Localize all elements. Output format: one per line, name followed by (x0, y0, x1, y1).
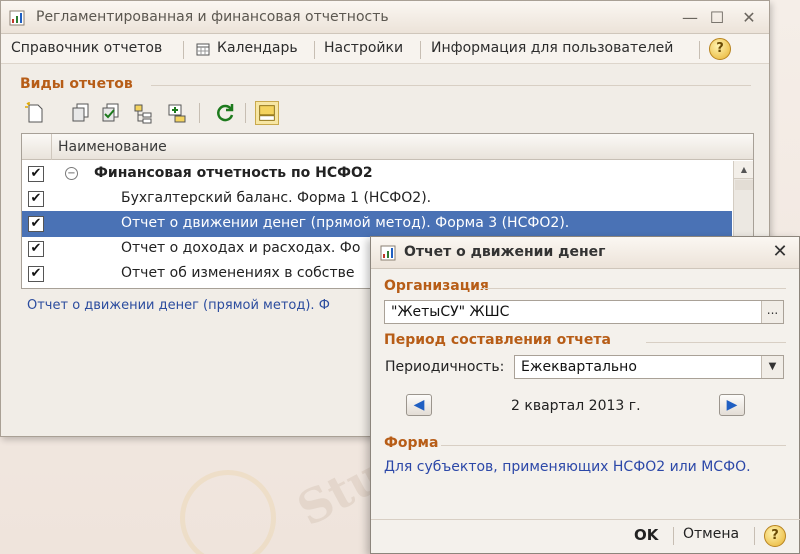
minimize-button[interactable]: — (679, 7, 701, 29)
scroll-up-arrow-icon[interactable]: ▲ (734, 161, 753, 179)
section-divider (481, 288, 786, 289)
report-app-icon (9, 10, 25, 26)
new-report-icon[interactable] (23, 101, 47, 125)
dialog-form-icon (380, 245, 396, 261)
organization-field[interactable]: "ЖетыСУ" ЖШС ... (384, 300, 784, 324)
copy-icon[interactable] (69, 101, 93, 125)
button-separator (754, 527, 755, 545)
watermark-logo (180, 470, 276, 554)
periodicity-select[interactable]: Ежеквартально ▼ (514, 355, 784, 379)
next-period-arrow-icon[interactable]: ▶ (719, 394, 745, 416)
button-separator (673, 527, 674, 545)
menu-separator (314, 41, 315, 59)
section-period: Период составления отчета (384, 332, 611, 348)
maximize-button[interactable]: ☐ (706, 7, 728, 29)
main-titlebar[interactable]: Регламентированная и финансовая отчетнос… (1, 1, 769, 34)
refresh-icon[interactable] (213, 101, 237, 125)
row-label: Отчет о доходах и расходах. Фо (121, 240, 361, 256)
row-label: Отчет о движении денег (прямой метод). Ф… (121, 215, 570, 231)
row-checkbox[interactable]: ✔ (28, 191, 44, 207)
section-report-types: Виды отчетов (20, 76, 133, 92)
show-description-icon[interactable] (255, 101, 279, 125)
close-button[interactable]: ✕ (738, 7, 760, 29)
toolbar-separator (199, 103, 200, 123)
report-description-link[interactable]: Отчет о движении денег (прямой метод). Ф (27, 298, 330, 313)
cancel-button[interactable]: Отмена (683, 526, 739, 542)
check-all-icon[interactable] (99, 101, 123, 125)
scroll-thumb[interactable] (735, 180, 753, 190)
form-variant-link[interactable]: Для субъектов, применяющих НСФО2 или МСФ… (384, 459, 751, 475)
report-dialog: Отчет о движении денег ✕ Организация "Же… (370, 236, 800, 554)
menu-user-info[interactable]: Информация для пользователей (431, 40, 673, 56)
row-checkbox[interactable]: ✔ (28, 216, 44, 232)
main-window-title: Регламентированная и финансовая отчетнос… (36, 9, 389, 25)
header-separator (51, 134, 52, 160)
dialog-title: Отчет о движении денег (404, 244, 606, 260)
menu-separator (420, 41, 421, 59)
row-label: Бухгалтерский баланс. Форма 1 (НСФО2). (121, 190, 432, 206)
row-checkbox[interactable]: ✔ (28, 266, 44, 282)
dialog-help-button[interactable]: ? (764, 525, 786, 547)
tree-collapse-icon[interactable] (165, 101, 189, 125)
column-name-header[interactable]: Наименование (58, 139, 167, 155)
periodicity-value: Ежеквартально (521, 359, 637, 375)
toolbar-separator (245, 103, 246, 123)
grid-row-group[interactable]: ✔ − Финансовая отчетность по НСФО2 (22, 161, 732, 187)
menu-calendar[interactable]: Календарь (217, 40, 298, 56)
collapse-group-icon[interactable]: − (65, 167, 78, 180)
periodicity-label: Периодичность: (385, 359, 505, 375)
dialog-titlebar[interactable]: Отчет о движении денег ✕ (371, 237, 799, 269)
row-label: Отчет об изменениях в собстве (121, 265, 355, 281)
tree-expand-icon[interactable] (131, 101, 155, 125)
dialog-bottom-divider (371, 519, 800, 520)
grid-header: Наименование (22, 134, 753, 160)
menu-settings[interactable]: Настройки (324, 40, 403, 56)
organization-value: "ЖетыСУ" ЖШС (391, 304, 510, 320)
calendar-icon[interactable] (196, 42, 210, 56)
report-toolbar (19, 99, 319, 129)
row-checkbox[interactable]: ✔ (28, 241, 44, 257)
ok-button[interactable]: OK (634, 526, 658, 544)
section-organization: Организация (384, 278, 489, 294)
section-divider (646, 342, 786, 343)
menubar: Справочник отчетов Календарь Настройки И… (1, 34, 769, 64)
dialog-close-button[interactable]: ✕ (769, 241, 791, 263)
menu-separator (699, 41, 700, 59)
menu-report-directory[interactable]: Справочник отчетов (11, 40, 162, 56)
help-button[interactable]: ? (709, 38, 731, 60)
section-form: Форма (384, 435, 439, 451)
period-value: 2 квартал 2013 г. (511, 398, 641, 414)
chevron-down-icon[interactable]: ▼ (761, 356, 783, 378)
previous-period-arrow-icon[interactable]: ◀ (406, 394, 432, 416)
row-label: Финансовая отчетность по НСФО2 (94, 165, 373, 181)
grid-row[interactable]: ✔ Бухгалтерский баланс. Форма 1 (НСФО2). (22, 186, 732, 212)
menu-separator (183, 41, 184, 59)
grid-row-selected[interactable]: ✔ Отчет о движении денег (прямой метод).… (22, 211, 732, 237)
row-checkbox[interactable]: ✔ (28, 166, 44, 182)
section-divider (151, 85, 751, 86)
organization-select-button[interactable]: ... (761, 301, 783, 323)
section-divider (441, 445, 786, 446)
